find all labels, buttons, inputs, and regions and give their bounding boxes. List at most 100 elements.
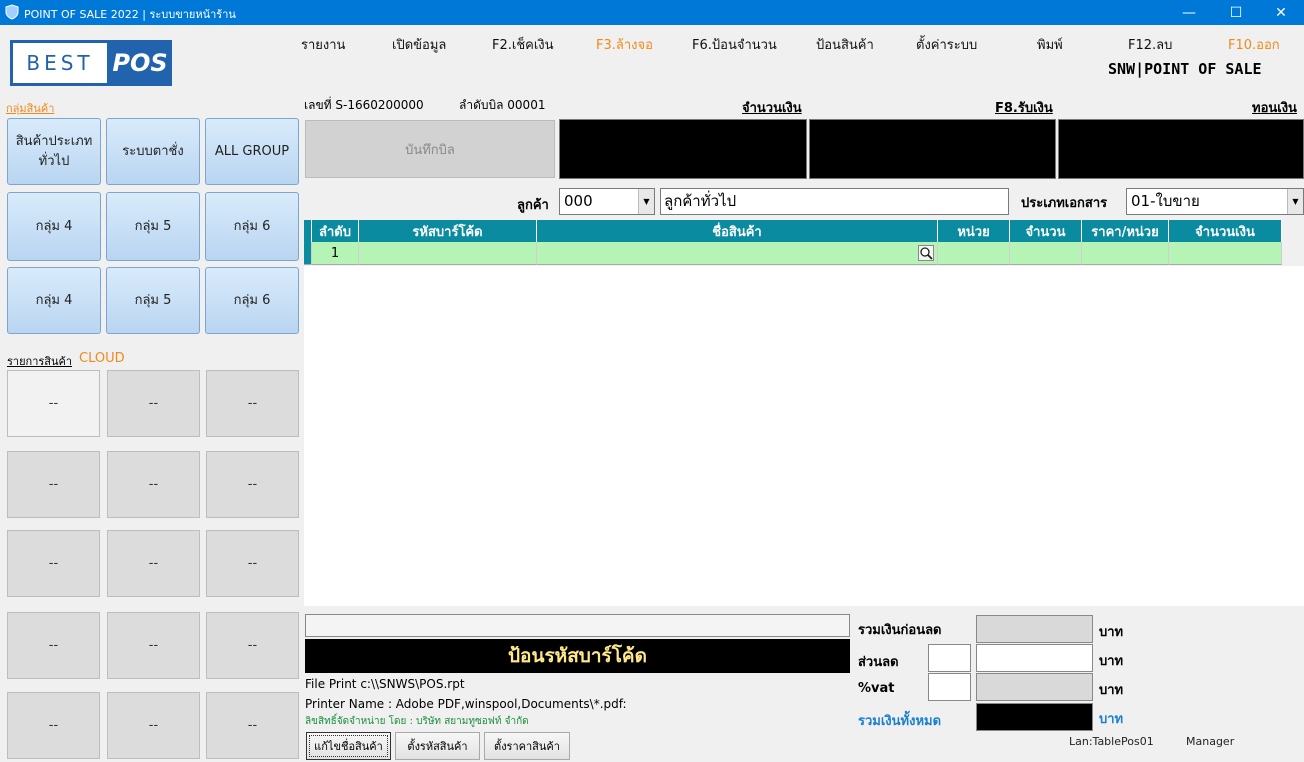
cell-price[interactable] [1082, 242, 1169, 265]
table-row[interactable]: 1 [304, 242, 1282, 265]
currency-label: บาท [1099, 712, 1124, 727]
menu-exit[interactable]: F10.ออก [1228, 34, 1280, 55]
change-header: ทอนเงิน [1252, 101, 1297, 116]
grand-total-label: รวมเงินทั้งหมด [858, 714, 942, 729]
group-button-4[interactable]: กลุ่ม 4 [7, 192, 101, 261]
window-title: POINT OF SALE 2022 | ระบบขายหน้าร้าน [24, 8, 236, 21]
chevron-down-icon[interactable]: ▼ [638, 189, 654, 214]
product-list-label[interactable]: รายการสินค้า [7, 352, 72, 370]
product-button[interactable]: -- [206, 612, 299, 679]
group-button-6b[interactable]: กลุ่ม 6 [205, 267, 299, 334]
discount-amount-input[interactable] [976, 644, 1093, 672]
title-bar: POINT OF SALE 2022 | ระบบขายหน้าร้าน — ☐… [0, 0, 1304, 25]
menu-enter-product[interactable]: ป้อนสินค้า [816, 34, 874, 55]
col-header-name[interactable]: ชื่อสินค้า [537, 220, 938, 242]
receive-money-header[interactable]: F8.รับเงิน [995, 97, 1053, 118]
product-button[interactable]: -- [7, 530, 100, 597]
menu-check-money[interactable]: F2.เช็คเงิน [492, 34, 554, 55]
edit-product-name-button[interactable]: แก้ไขชื่อสินค้า [306, 732, 391, 760]
bill-number: เลขที่ S-1660200000 [304, 98, 424, 112]
brand-title: SNW|POINT OF SALE [1108, 60, 1262, 78]
discount-percent-input[interactable] [928, 644, 971, 672]
menu-enter-quantity[interactable]: F6.ป้อนจำนวน [692, 34, 777, 55]
maximize-button[interactable]: ☐ [1213, 0, 1259, 25]
col-header-seq[interactable]: ลำดับ [312, 220, 359, 242]
logo-text-best: BEST [13, 43, 107, 83]
group-button-scale[interactable]: ระบบตาชั่ง [106, 118, 200, 185]
col-header-unit[interactable]: หน่วย [938, 220, 1010, 242]
license-text: ลิขสิทธิ์จัดจำหน่าย โดย : บริษัท สยามทูซ… [305, 716, 529, 727]
group-button-all[interactable]: ALL GROUP [205, 118, 299, 185]
cell-unit[interactable] [938, 242, 1010, 265]
product-button[interactable]: -- [7, 451, 100, 518]
customer-code-select[interactable]: 000 ▼ [559, 188, 655, 215]
items-grid-area[interactable] [304, 266, 1304, 606]
cell-seq[interactable]: 1 [312, 242, 359, 265]
customer-code-value: 000 [564, 192, 593, 210]
product-button[interactable]: -- [107, 692, 200, 759]
product-button[interactable]: -- [7, 370, 100, 437]
customer-name-input[interactable]: ลูกค้าทั่วไป [660, 188, 1009, 215]
product-button[interactable]: -- [206, 692, 299, 759]
product-button[interactable]: -- [206, 451, 299, 518]
save-bill-button[interactable]: บันทึกบิล [305, 120, 555, 178]
bill-sequence: ลำดับบิล 00001 [459, 98, 546, 112]
col-header-qty[interactable]: จำนวน [1010, 220, 1082, 242]
doc-type-select[interactable]: 01-ใบขาย ▼ [1126, 188, 1304, 215]
lan-table-label: Lan:TablePos01 [1069, 735, 1154, 748]
user-label: Manager [1186, 735, 1235, 748]
grand-total-value [976, 703, 1093, 731]
chevron-down-icon[interactable]: ▼ [1287, 189, 1303, 214]
product-button[interactable]: -- [107, 612, 200, 679]
discount-label: ส่วนลด [858, 655, 899, 670]
product-button[interactable]: -- [107, 451, 200, 518]
vat-amount-value [976, 673, 1093, 701]
menu-report[interactable]: รายงาน [301, 34, 345, 55]
product-button[interactable]: -- [7, 692, 100, 759]
barcode-input-bar[interactable]: ป้อนรหัสบาร์โค้ด [305, 639, 850, 673]
menu-settings[interactable]: ตั้งค่าระบบ [916, 34, 977, 55]
cell-qty[interactable] [1010, 242, 1082, 265]
vat-label: %vat [858, 681, 895, 696]
cell-barcode[interactable] [359, 242, 537, 265]
group-button-general[interactable]: สินค้าประเภท ทั่วไป [7, 118, 101, 185]
col-header-price[interactable]: ราคา/หน่วย [1082, 220, 1169, 242]
close-button[interactable]: ✕ [1258, 0, 1304, 25]
app-shield-icon [5, 4, 19, 20]
product-group-label[interactable]: กลุ่มสินค้า [6, 99, 54, 117]
items-grid[interactable]: ลำดับ รหัสบาร์โค้ด ชื่อสินค้า หน่วย จำนว… [304, 220, 1282, 265]
product-button[interactable]: -- [206, 370, 299, 437]
menu-delete[interactable]: F12.ลบ [1128, 34, 1172, 55]
app-logo: BEST POS [10, 40, 172, 86]
amount-header: จำนวนเงิน [742, 101, 802, 116]
product-button[interactable]: -- [206, 530, 299, 597]
set-product-price-button[interactable]: ตั้งราคาสินค้า [484, 732, 570, 760]
cell-name[interactable] [537, 242, 938, 265]
file-print-path: File Print c:\\SNWS\POS.rpt [305, 677, 465, 691]
change-display [1058, 119, 1304, 179]
cloud-label[interactable]: CLOUD [79, 351, 125, 366]
printer-name: Printer Name : Adobe PDF,winspool,Docume… [305, 697, 627, 711]
product-button[interactable]: -- [7, 612, 100, 679]
amount-display [559, 119, 807, 179]
group-button-4b[interactable]: กลุ่ม 4 [7, 267, 101, 334]
product-button[interactable]: -- [107, 370, 200, 437]
doc-type-value: 01-ใบขาย [1131, 192, 1200, 210]
menu-open-data[interactable]: เปิดข้อมูล [392, 34, 446, 55]
minimize-button[interactable]: — [1166, 0, 1212, 25]
cell-amount[interactable] [1169, 242, 1282, 265]
group-button-5b[interactable]: กลุ่ม 5 [106, 267, 200, 334]
status-strip [305, 614, 850, 637]
product-button[interactable]: -- [107, 530, 200, 597]
menu-clear-screen[interactable]: F3.ล้างจอ [596, 34, 653, 55]
logo-text-pos: POS [112, 49, 168, 77]
group-button-6[interactable]: กลุ่ม 6 [205, 192, 299, 261]
set-product-code-button[interactable]: ตั้งรหัสสินค้า [395, 732, 480, 760]
col-header-amount[interactable]: จำนวนเงิน [1169, 220, 1282, 242]
vat-percent-input[interactable] [928, 673, 971, 701]
before-discount-label: รวมเงินก่อนลด [858, 623, 942, 638]
group-button-5[interactable]: กลุ่ม 5 [106, 192, 200, 261]
search-icon[interactable] [918, 245, 934, 261]
col-header-barcode[interactable]: รหัสบาร์โค้ด [359, 220, 537, 242]
menu-print[interactable]: พิมพ์ [1037, 34, 1063, 55]
